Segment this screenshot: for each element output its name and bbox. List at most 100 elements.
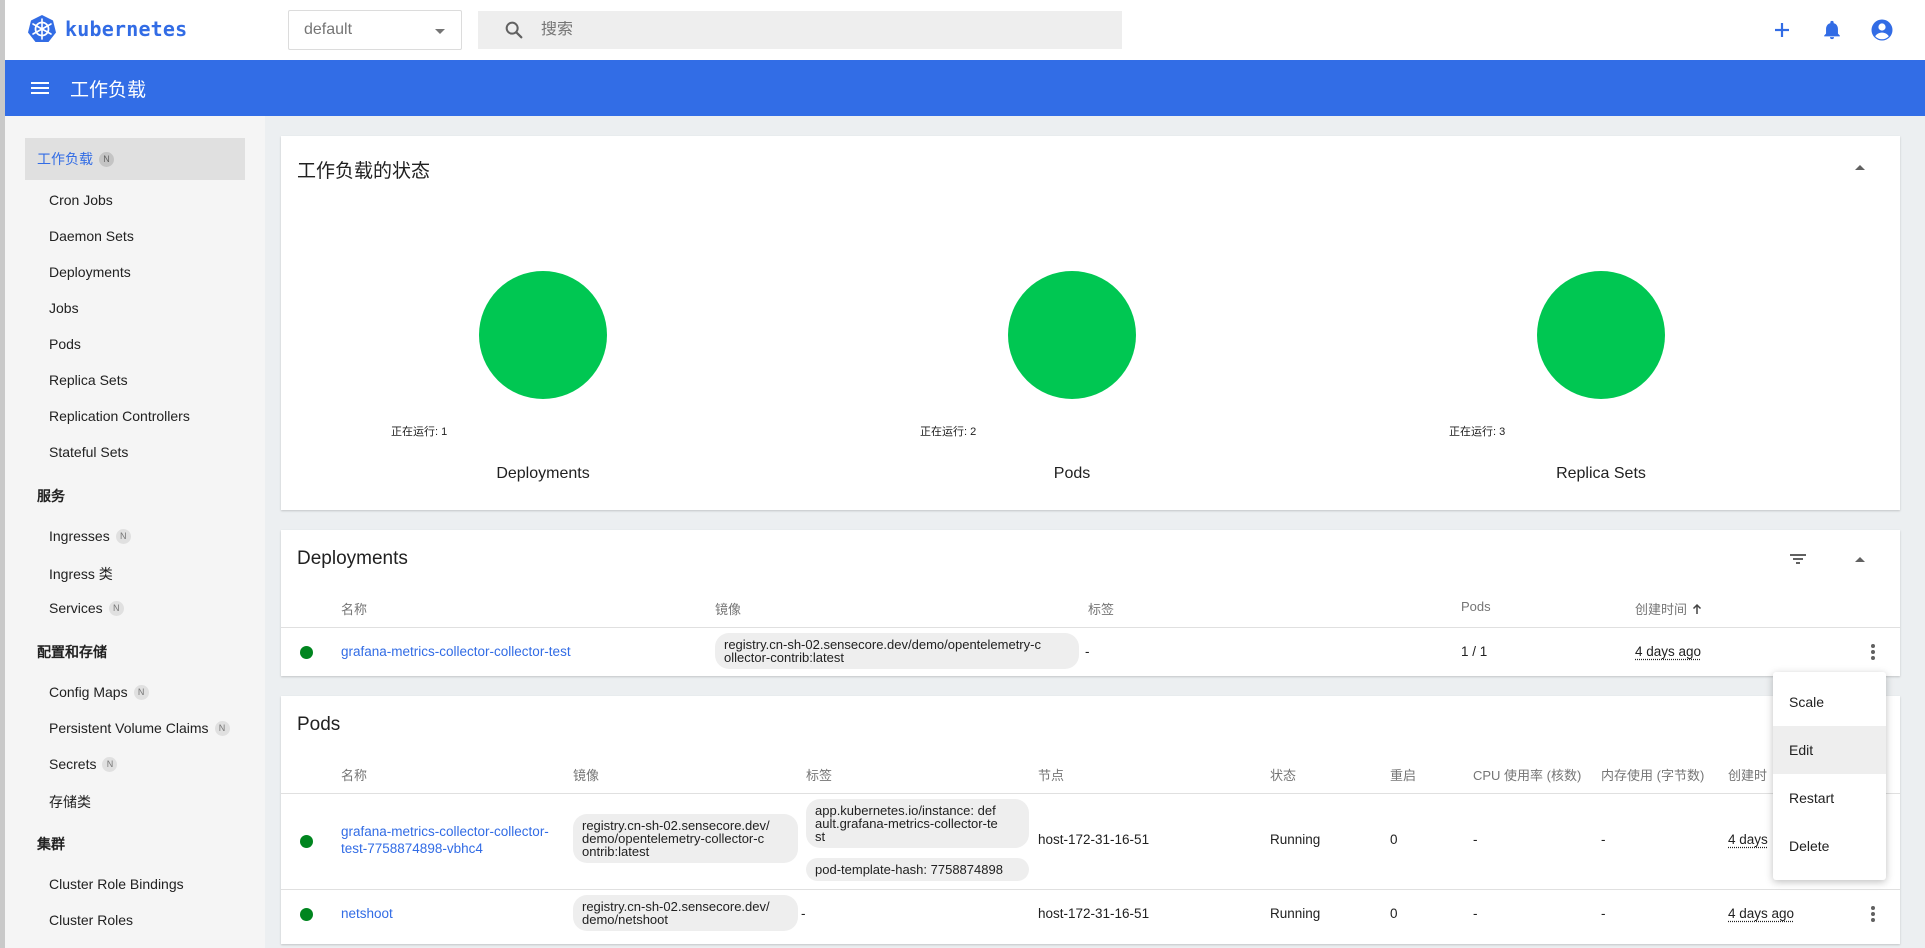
new-badge: N: [108, 600, 124, 616]
sidebar-item-services[interactable]: Services N: [49, 600, 124, 616]
sidebar-item-cluster-roles[interactable]: Cluster Roles: [49, 912, 133, 928]
menu-item-scale[interactable]: Scale: [1773, 678, 1886, 726]
sidebar-item-config-maps[interactable]: Config Maps N: [49, 684, 149, 700]
add-icon: [1775, 23, 1789, 37]
created-value: 4 days: [1728, 832, 1768, 847]
pods-value: 1 / 1: [1461, 644, 1488, 659]
col-name[interactable]: 名称: [341, 765, 367, 784]
labels-value: -: [1085, 644, 1090, 659]
sidebar-group-config-storage[interactable]: 配置和存储: [37, 642, 107, 662]
sidebar-item-pods[interactable]: Pods: [49, 336, 81, 352]
new-badge: N: [214, 720, 230, 736]
sidebar-item-cron-jobs[interactable]: Cron Jobs: [49, 192, 113, 208]
new-badge: N: [133, 684, 149, 700]
status-ok-icon: [300, 835, 313, 848]
sidebar-item-replication-controllers[interactable]: Replication Controllers: [49, 408, 190, 424]
labels-value: -: [801, 906, 806, 921]
sidebar-item-secrets[interactable]: Secrets N: [49, 756, 118, 772]
col-created[interactable]: 创建时间: [1635, 599, 1703, 618]
running-label: 正在运行: 3: [1449, 426, 1506, 438]
kubernetes-logo[interactable]: kubernetes: [27, 14, 187, 44]
col-cpu: CPU 使用率 (核数): [1473, 768, 1582, 783]
sidebar-item-deployments[interactable]: Deployments: [49, 264, 131, 280]
collapse-icon[interactable]: [1850, 550, 1870, 570]
search-bar[interactable]: [478, 11, 1122, 49]
account-button[interactable]: [1869, 17, 1895, 43]
more-vert-icon[interactable]: [1864, 640, 1882, 664]
sidebar-item-pvcs[interactable]: Persistent Volume Claims N: [49, 720, 230, 736]
workload-status-card: 工作负载的状态 正在运行: 1 Deployments 正在运行: 2 Pods…: [281, 136, 1900, 510]
label-chip: app.kubernetes.io/instance: def ault.gra…: [806, 799, 1029, 848]
col-restarts: 重启: [1390, 768, 1417, 783]
namespace-select[interactable]: default: [288, 10, 462, 50]
chart-replica-sets: 正在运行: 3 Replica Sets: [1449, 268, 1749, 558]
new-badge: N: [115, 528, 131, 544]
pod-name-link[interactable]: grafana-metrics-collector-collector- tes…: [341, 823, 549, 857]
col-image: 镜像: [573, 768, 600, 783]
image-chip: registry.cn-sh-02.sensecore.dev/demo/ope…: [715, 633, 1079, 669]
logo-text: kubernetes: [65, 17, 188, 41]
sidebar-item-stateful-sets[interactable]: Stateful Sets: [49, 444, 128, 460]
image-chip: registry.cn-sh-02.sensecore.dev/ demo/ne…: [573, 895, 798, 931]
kubernetes-wheel-icon: [28, 15, 56, 42]
top-toolbar: kubernetes default: [5, 0, 1925, 60]
sidebar-item-label: 工作负载: [37, 151, 93, 167]
sidebar-item-storage-classes[interactable]: 存储类: [49, 792, 91, 812]
divider: [281, 889, 1900, 890]
col-created[interactable]: 创建时: [1728, 765, 1767, 784]
chart-name: Deployments: [496, 465, 590, 482]
chart-name: Pods: [1053, 465, 1091, 482]
collapse-icon[interactable]: [1850, 158, 1870, 178]
col-pods: Pods: [1461, 599, 1491, 614]
more-vert-icon[interactable]: [1864, 902, 1882, 926]
card-title: Deployments: [297, 548, 408, 569]
notifications-button[interactable]: [1819, 17, 1845, 43]
status-value: Running: [1270, 832, 1321, 847]
new-badge: N: [102, 756, 118, 772]
dropdown-caret-icon: [435, 29, 445, 34]
cpu-value: -: [1473, 832, 1478, 847]
sidebar-group-cluster[interactable]: 集群: [37, 834, 65, 854]
col-labels: 标签: [806, 768, 833, 783]
divider: [281, 627, 1900, 628]
cpu-value: -: [1473, 906, 1478, 921]
status-ok-icon: [300, 646, 313, 659]
node-value: host-172-31-16-51: [1038, 906, 1150, 921]
sidebar-item-daemon-sets[interactable]: Daemon Sets: [49, 228, 134, 244]
sidebar-item-jobs[interactable]: Jobs: [49, 300, 79, 316]
pod-name-link[interactable]: netshoot: [341, 906, 393, 921]
card-title: Pods: [297, 714, 341, 735]
menu-item-edit[interactable]: Edit: [1773, 726, 1886, 774]
leader-line: [920, 268, 1220, 378]
search-input[interactable]: [541, 21, 1101, 39]
created-value: 4 days ago: [1728, 906, 1795, 921]
menu-icon[interactable]: [28, 76, 52, 100]
sidebar-item-workloads[interactable]: 工作负载 N: [25, 138, 245, 180]
sidebar-item-replica-sets[interactable]: Replica Sets: [49, 372, 128, 388]
create-button[interactable]: [1769, 17, 1795, 43]
leader-line: [391, 268, 691, 378]
leader-line: [1449, 268, 1749, 378]
restarts-value: 0: [1390, 906, 1398, 921]
deployment-name-link[interactable]: grafana-metrics-collector-collector-test: [341, 644, 571, 659]
arrow-up-icon: [1692, 603, 1701, 614]
page-title: 工作负载: [70, 79, 147, 101]
page-header: 工作负载: [5, 60, 1925, 116]
card-title: 工作负载的状态: [297, 161, 431, 182]
col-memory: 内存使用 (字节数): [1601, 768, 1705, 783]
col-image: 镜像: [715, 602, 742, 617]
sidebar-item-ingress-classes[interactable]: Ingress 类: [49, 564, 113, 584]
chart-name: Replica Sets: [1556, 465, 1646, 482]
sidebar-item-ingresses[interactable]: Ingresses N: [49, 528, 131, 544]
label-chip: pod-template-hash: 7758874898: [806, 858, 1029, 881]
namespace-value: default: [304, 21, 353, 38]
node-value: host-172-31-16-51: [1038, 832, 1150, 847]
sidebar: 工作负载 N Cron Jobs Daemon Sets Deployments…: [5, 116, 265, 948]
col-name[interactable]: 名称: [341, 599, 367, 618]
filter-icon[interactable]: [1787, 548, 1809, 570]
menu-item-delete[interactable]: Delete: [1773, 822, 1886, 870]
menu-item-restart[interactable]: Restart: [1773, 774, 1886, 822]
sidebar-group-services[interactable]: 服务: [37, 486, 65, 506]
memory-value: -: [1601, 906, 1606, 921]
sidebar-item-cluster-role-bindings[interactable]: Cluster Role Bindings: [49, 876, 184, 892]
